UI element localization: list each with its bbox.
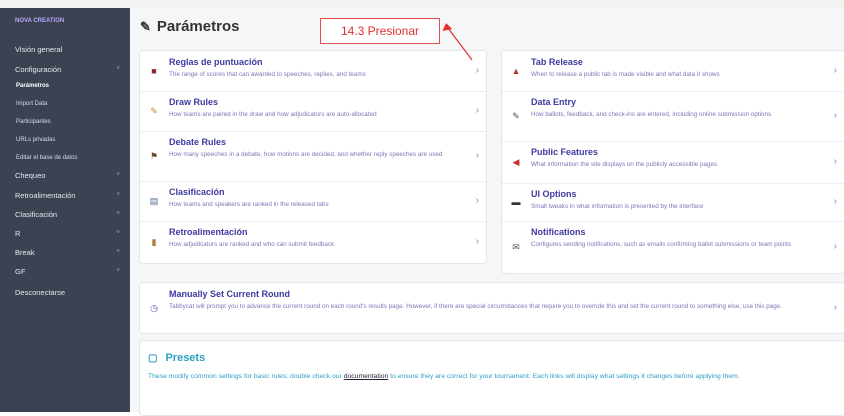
annotation-arrow xyxy=(442,23,473,61)
chevron-down-icon: ˅ xyxy=(116,230,120,236)
chevron-down-icon: ˅ xyxy=(116,192,120,198)
sidebar-item-configuracion[interactable]: Configuración ˅ xyxy=(0,60,130,78)
sidebar-item-label: GF xyxy=(15,266,26,276)
main-content: ✎ Parámetros 14.3 Presionar ■ Reglas de … xyxy=(130,8,844,416)
top-band xyxy=(0,0,844,8)
sidebar-item-label: R xyxy=(15,228,21,238)
chevron-down-icon: ˅ xyxy=(116,249,120,255)
sidebar-subitem-participantes[interactable]: Participantes xyxy=(0,114,130,129)
chevron-down-icon: ˅ xyxy=(116,66,120,72)
sidebar-item-desconectarse[interactable]: Desconectarse xyxy=(0,283,130,301)
chevron-down-icon: ˅ xyxy=(116,268,120,274)
sidebar-item-retroalimentacion[interactable]: Retroalimentación ˅ xyxy=(0,186,130,204)
sidebar-item-r[interactable]: R ˅ xyxy=(0,224,130,242)
sidebar-item-label: Clasificación xyxy=(15,209,58,219)
chevron-down-icon: ˅ xyxy=(116,211,120,217)
sidebar-item-label: Desconectarse xyxy=(15,287,66,297)
sidebar-subitem-parametros[interactable]: Parámetros xyxy=(0,78,130,93)
sidebar-item-label: Visión general xyxy=(15,44,63,54)
sidebar-item-label: Configuración xyxy=(15,64,62,74)
sidebar-brand[interactable]: NOVA CREATION xyxy=(0,12,130,30)
sidebar-subitem-import-data[interactable]: Import Data xyxy=(0,96,130,111)
sidebar-item-label: Retroalimentación xyxy=(15,190,76,200)
chevron-down-icon: ˅ xyxy=(116,172,120,178)
sidebar-item-vision-general[interactable]: Visión general xyxy=(0,40,130,58)
sidebar: NOVA CREATION Visión general Configuraci… xyxy=(0,8,130,412)
sidebar-item-break[interactable]: Break ˅ xyxy=(0,243,130,261)
sidebar-subitem-urls-privadas[interactable]: URLs privadas xyxy=(0,132,130,147)
sidebar-item-label: Chequeo xyxy=(15,170,46,180)
sidebar-item-label: Break xyxy=(15,247,35,257)
sidebar-item-chequeo[interactable]: Chequeo ˅ xyxy=(0,166,130,184)
sidebar-item-clasificacion[interactable]: Clasificación ˅ xyxy=(0,205,130,223)
sidebar-subitem-editar-base-datos[interactable]: Editar el base de datos xyxy=(0,150,130,165)
sidebar-item-gf[interactable]: GF ˅ xyxy=(0,262,130,280)
